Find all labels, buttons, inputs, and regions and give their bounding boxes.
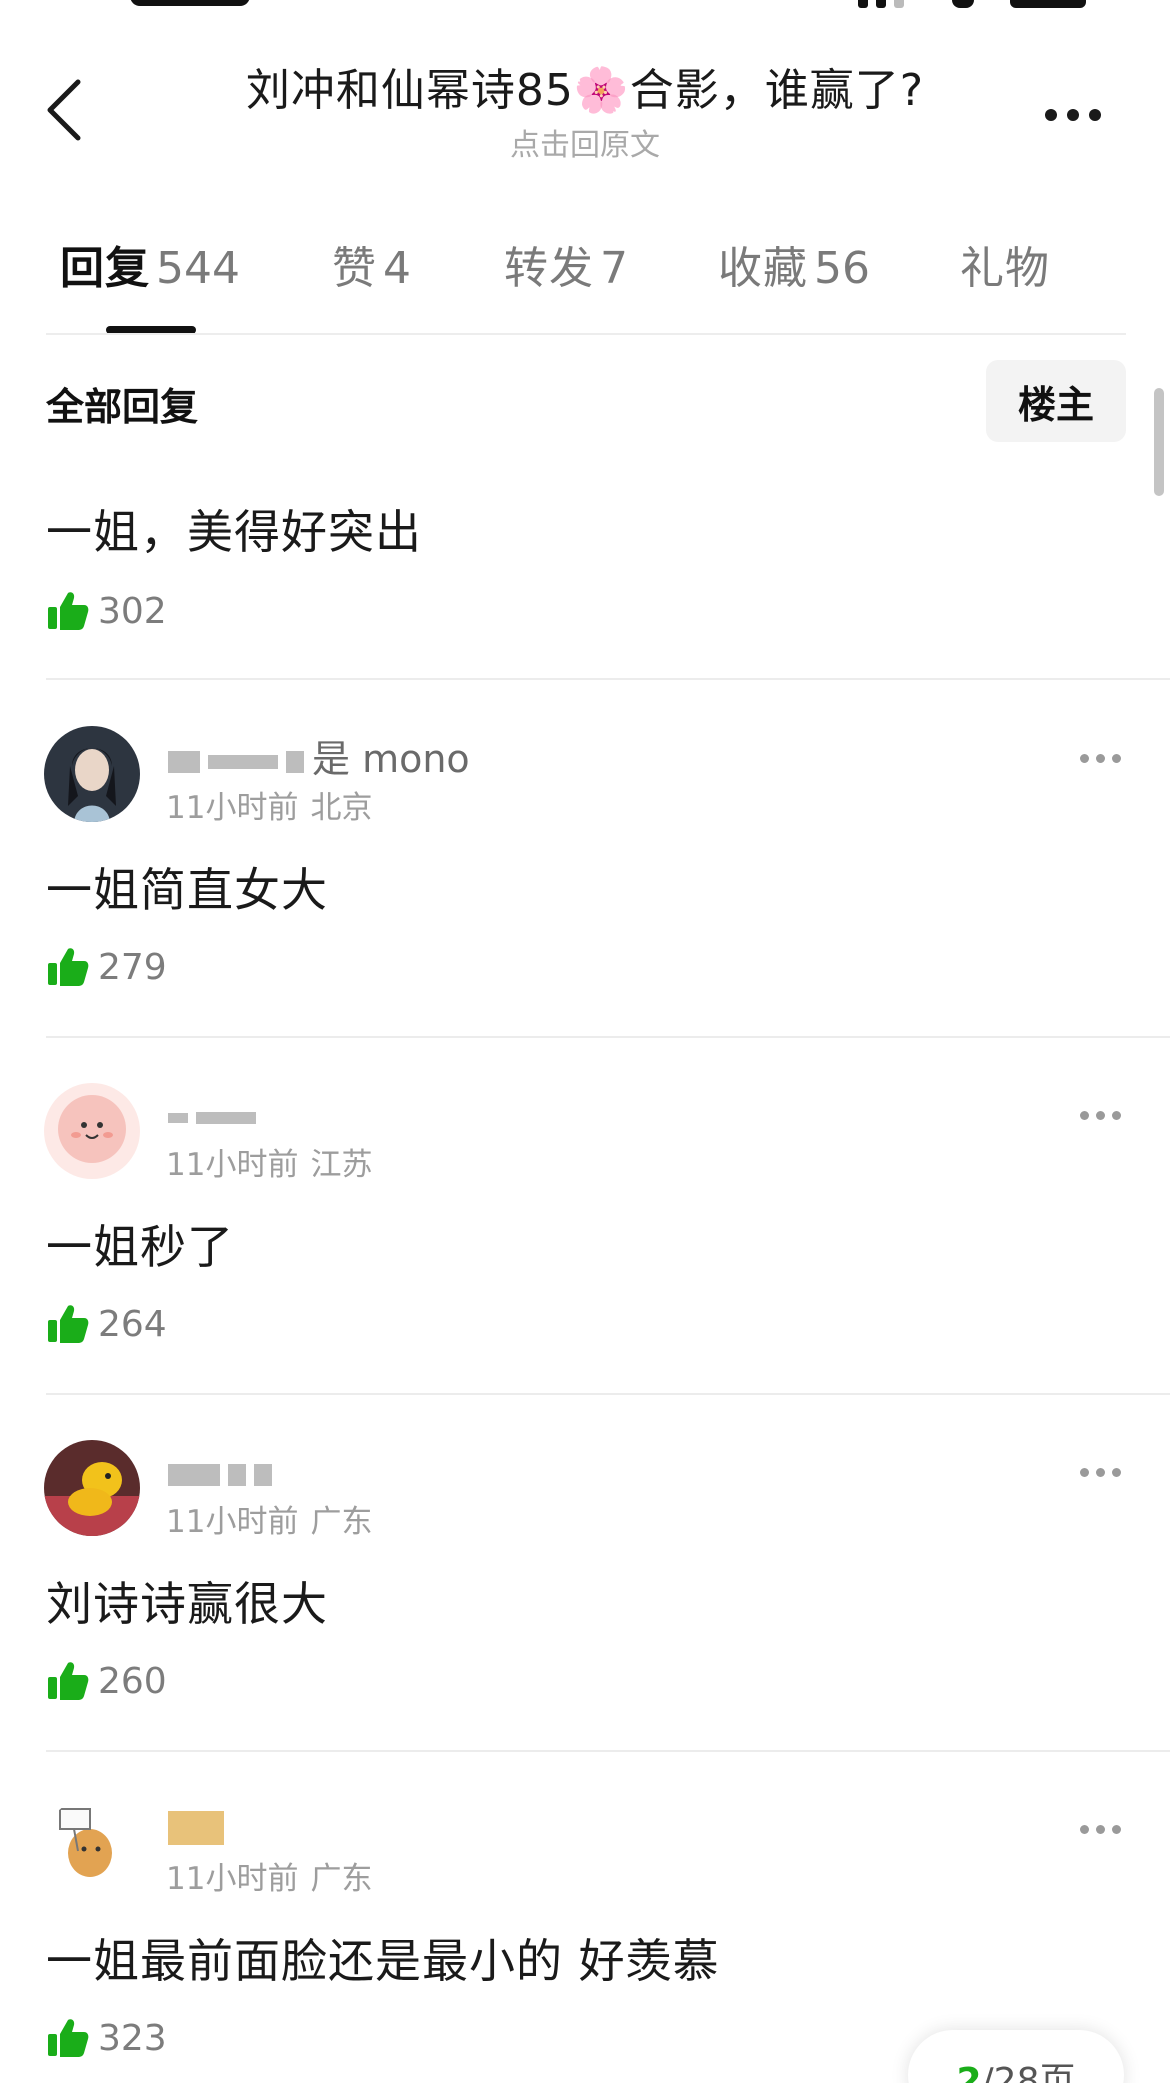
- comment-text: 一姐简直女大: [46, 863, 328, 917]
- comment-meta: 11小时前 广东: [166, 1504, 373, 1540]
- username[interactable]: [168, 1803, 232, 1847]
- like-button[interactable]: 323: [46, 2013, 167, 2063]
- nav-header: 刘冲和仙幂诗85🌸合影，谁赢了? 点击回原文: [0, 40, 1170, 170]
- tab-favorites[interactable]: 收藏 56: [718, 232, 870, 296]
- all-replies-label: 全部回复: [46, 385, 199, 429]
- dot-icon: [1089, 109, 1101, 121]
- status-bar: [0, 0, 1170, 12]
- comment-meta: 11小时前 北京: [166, 790, 373, 826]
- back-button[interactable]: [38, 70, 98, 150]
- username[interactable]: 是 mono: [168, 728, 470, 783]
- avatar[interactable]: [44, 1083, 140, 1179]
- like-button[interactable]: 279: [46, 942, 167, 992]
- like-count: 279: [98, 946, 167, 988]
- tab-reposts[interactable]: 转发 7: [504, 232, 628, 296]
- like-button[interactable]: 302: [46, 586, 167, 636]
- comment-meta: 11小时前 广东: [166, 1861, 373, 1897]
- title-block[interactable]: 刘冲和仙幂诗85🌸合影，谁赢了? 点击回原文: [160, 54, 1010, 164]
- page-indicator[interactable]: 2/28页: [908, 2030, 1124, 2083]
- chevron-left-icon: [47, 79, 81, 141]
- dot-icon: [1045, 109, 1057, 121]
- thumbs-up-icon: [48, 1662, 89, 1700]
- op-only-button[interactable]: 楼主: [986, 360, 1126, 442]
- comment-divider: [46, 678, 1170, 680]
- thumbs-up-icon: [48, 592, 89, 630]
- scrollbar[interactable]: [1154, 388, 1164, 496]
- page-title: 刘冲和仙幂诗85🌸合影，谁赢了?: [245, 65, 925, 116]
- more-options-button[interactable]: [1045, 100, 1115, 130]
- like-count: 260: [98, 1660, 167, 1702]
- dot-icon: [1067, 109, 1079, 121]
- tab-replies[interactable]: 回复 544: [60, 232, 240, 296]
- avatar[interactable]: [44, 1440, 140, 1536]
- tab-bar: 回复 544 赞4 转发 7 收藏 56 礼物: [0, 232, 1170, 337]
- comment-text: 一姐秒了: [46, 1220, 234, 1274]
- username[interactable]: [168, 1450, 280, 1494]
- like-button[interactable]: 260: [46, 1656, 167, 1706]
- comment-divider: [46, 1750, 1170, 1752]
- comment-more-button[interactable]: [1080, 748, 1126, 768]
- avatar[interactable]: [44, 726, 140, 822]
- tab-likes[interactable]: 赞4: [332, 232, 411, 296]
- thumbs-up-icon: [48, 1305, 89, 1343]
- avatar[interactable]: [44, 1797, 140, 1893]
- like-count: 323: [98, 2017, 167, 2059]
- thumbs-up-icon: [48, 2019, 89, 2057]
- status-time: [130, 0, 250, 6]
- divider: [46, 333, 1126, 335]
- tab-gifts[interactable]: 礼物: [960, 232, 1050, 296]
- like-count: 302: [98, 590, 167, 632]
- comment-text: 刘诗诗赢很大: [46, 1577, 328, 1631]
- comment-meta: 11小时前 江苏: [166, 1147, 373, 1183]
- comment-text: 一姐，美得好突出: [46, 505, 422, 559]
- total-pages: /28页: [981, 2061, 1076, 2083]
- comment-divider: [46, 1393, 1170, 1395]
- filter-row: 全部回复 楼主: [0, 360, 1170, 444]
- thumbs-up-icon: [48, 948, 89, 986]
- comment-text: 一姐最前面脸还是最小的 好羡慕: [46, 1934, 720, 1988]
- like-count: 264: [98, 1303, 167, 1345]
- wifi-icon: [952, 0, 974, 8]
- comment-divider: [46, 1036, 1170, 1038]
- current-page: 2: [956, 2061, 982, 2083]
- like-button[interactable]: 264: [46, 1299, 167, 1349]
- signal-icon: [858, 0, 904, 8]
- back-to-original-link[interactable]: 点击回原文: [160, 120, 1010, 164]
- battery-icon: [1010, 0, 1086, 8]
- comment-more-button[interactable]: [1080, 1105, 1126, 1125]
- username[interactable]: [168, 1093, 264, 1137]
- comment-more-button[interactable]: [1080, 1819, 1126, 1839]
- comment-more-button[interactable]: [1080, 1462, 1126, 1482]
